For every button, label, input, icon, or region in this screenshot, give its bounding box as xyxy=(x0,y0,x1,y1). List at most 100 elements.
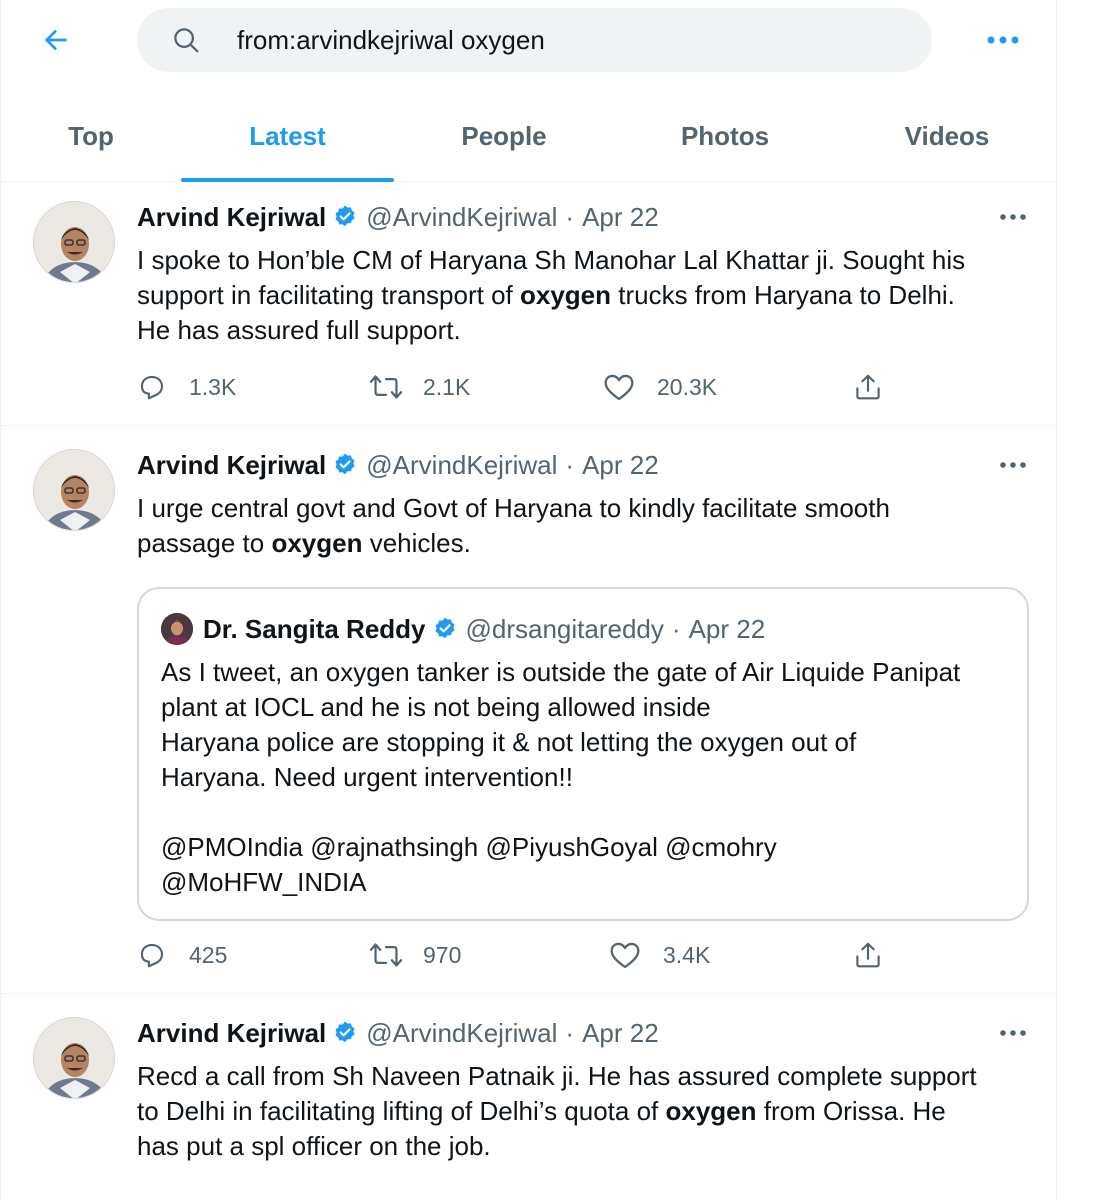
text-line: I urge central govt and Govt of Haryana … xyxy=(137,493,890,523)
like-count: 3.4K xyxy=(663,941,711,968)
tab-label: Top xyxy=(68,120,114,151)
tweet-actions: 425 970 3.4K xyxy=(137,935,897,975)
tab-label: Latest xyxy=(249,120,326,151)
reply-icon xyxy=(140,375,164,400)
tweet-header: Arvind Kejriwal @ArvindKejriwal · Apr 22 xyxy=(137,199,659,235)
tab-label: People xyxy=(461,120,547,151)
avatar[interactable] xyxy=(33,449,115,531)
share-icon xyxy=(856,374,880,400)
quote-author-name: Dr. Sangita Reddy xyxy=(203,613,426,644)
tweet-header: Arvind Kejriwal @ArvindKejriwal · Apr 22 xyxy=(137,447,659,483)
author-name[interactable]: Arvind Kejriwal xyxy=(137,450,326,481)
tab-latest[interactable]: Latest xyxy=(181,90,394,182)
tweet-text: I spoke to Hon’ble CM of Haryana Sh Mano… xyxy=(137,243,965,348)
more-horizontal-icon xyxy=(1000,214,1026,220)
text-line: support in facilitating transport of oxy… xyxy=(137,280,955,310)
back-button[interactable] xyxy=(31,18,81,62)
tab-top[interactable]: Top xyxy=(1,90,181,182)
text-line: As I tweet, an oxygen tanker is outside … xyxy=(161,657,961,687)
reply-count: 1.3K xyxy=(189,373,237,400)
text-line: passage to oxygen vehicles. xyxy=(137,528,471,558)
tab-videos[interactable]: Videos xyxy=(836,90,1056,182)
highlighted-keyword: oxygen xyxy=(271,528,363,558)
reply-icon xyxy=(140,943,164,968)
author-handle[interactable]: @ArvindKejriwal xyxy=(366,202,557,233)
author-name[interactable]: Arvind Kejriwal xyxy=(137,202,326,233)
retweet-icon xyxy=(369,943,403,967)
tweet-text: Recd a call from Sh Naveen Patnaik ji. H… xyxy=(137,1059,977,1164)
highlighted-keyword: oxygen xyxy=(665,1096,757,1126)
active-tab-indicator xyxy=(181,178,394,182)
quote-text: As I tweet, an oxygen tanker is outside … xyxy=(161,655,960,900)
heart-icon xyxy=(610,942,640,969)
text-line: Haryana. Need urgent intervention!! xyxy=(161,762,573,792)
arrow-left-icon xyxy=(44,29,67,51)
text-line: has put a spl officer on the job. xyxy=(137,1131,491,1161)
more-horizontal-icon xyxy=(987,36,1019,44)
verified-badge-icon xyxy=(332,452,358,478)
search-results-column: Top Latest People Photos Videos Arvind K… xyxy=(0,0,1057,1200)
tweet-more-button[interactable] xyxy=(991,451,1035,479)
tweet-actions: 1.3K 2.1K 20.3K xyxy=(137,367,897,407)
tweet-more-button[interactable] xyxy=(991,203,1035,231)
tweet-more-button[interactable] xyxy=(991,1019,1035,1047)
avatar xyxy=(161,613,193,645)
tab-people[interactable]: People xyxy=(394,90,614,182)
text-line: @MoHFW_INDIA xyxy=(161,867,367,897)
more-horizontal-icon xyxy=(1000,1030,1026,1036)
tweet-date[interactable]: Apr 22 xyxy=(582,202,659,233)
author-handle[interactable]: @ArvindKejriwal xyxy=(366,1018,557,1049)
author-name[interactable]: Arvind Kejriwal xyxy=(137,1018,326,1049)
tweet-date[interactable]: Apr 22 xyxy=(582,450,659,481)
verified-badge-icon xyxy=(432,616,458,642)
like-button[interactable]: 20.3K xyxy=(603,367,717,407)
quoted-tweet[interactable]: Dr. Sangita Reddy @drsangitareddy · Apr … xyxy=(137,587,1029,921)
author-handle[interactable]: @ArvindKejriwal xyxy=(366,450,557,481)
quote-date: Apr 22 xyxy=(688,613,766,644)
tweet-header: Arvind Kejriwal @ArvindKejriwal · Apr 22 xyxy=(137,1015,659,1051)
tweet[interactable]: Arvind Kejriwal @ArvindKejriwal · Apr 22… xyxy=(1,999,1056,1200)
verified-badge-icon xyxy=(332,204,358,230)
page-background xyxy=(1057,0,1105,1200)
text-line: @PMOIndia @rajnathsingh @PiyushGoyal @cm… xyxy=(161,832,777,862)
tweet[interactable]: Arvind Kejriwal @ArvindKejriwal · Apr 22… xyxy=(1,431,1056,994)
avatar[interactable] xyxy=(33,1017,115,1099)
reply-count: 425 xyxy=(189,941,228,968)
more-horizontal-icon xyxy=(1000,462,1026,468)
retweet-button[interactable]: 2.1K xyxy=(369,367,470,407)
text-line: plant at IOCL and he is not being allowe… xyxy=(161,692,711,722)
search-box[interactable] xyxy=(137,8,932,72)
separator: · xyxy=(565,1017,575,1048)
separator: · xyxy=(671,613,681,644)
search-input[interactable] xyxy=(237,8,897,72)
tweet-text: I urge central govt and Govt of Haryana … xyxy=(137,491,890,561)
retweet-count: 2.1K xyxy=(423,373,471,400)
verified-badge-icon xyxy=(332,1020,358,1046)
text-line: He has assured full support. xyxy=(137,315,461,345)
text-line: I spoke to Hon’ble CM of Haryana Sh Mano… xyxy=(137,245,966,275)
quote-author-handle: @drsangitareddy xyxy=(465,613,664,644)
retweet-count: 970 xyxy=(423,941,462,968)
tweet-date[interactable]: Apr 22 xyxy=(582,1018,659,1049)
text-line: Recd a call from Sh Naveen Patnaik ji. H… xyxy=(137,1061,977,1091)
share-button[interactable] xyxy=(853,935,883,975)
text-line xyxy=(161,795,960,830)
share-button[interactable] xyxy=(853,367,883,407)
like-button[interactable]: 3.4K xyxy=(609,935,710,975)
tab-label: Videos xyxy=(904,120,990,151)
retweet-icon xyxy=(369,375,403,399)
like-count: 20.3K xyxy=(657,373,718,400)
retweet-button[interactable]: 970 xyxy=(369,935,461,975)
separator: · xyxy=(565,449,575,480)
reply-button[interactable]: 425 xyxy=(137,935,227,975)
share-icon xyxy=(856,942,880,968)
tab-photos[interactable]: Photos xyxy=(614,90,836,182)
search-settings-button[interactable] xyxy=(979,24,1027,56)
tweet[interactable]: Arvind Kejriwal @ArvindKejriwal · Apr 22… xyxy=(1,183,1056,426)
reply-button[interactable]: 1.3K xyxy=(137,367,236,407)
avatar[interactable] xyxy=(33,201,115,283)
heart-icon xyxy=(604,374,634,401)
text-line: Haryana police are stopping it & not let… xyxy=(161,727,857,757)
search-tabs: Top Latest People Photos Videos xyxy=(1,90,1056,182)
search-icon xyxy=(174,28,199,53)
